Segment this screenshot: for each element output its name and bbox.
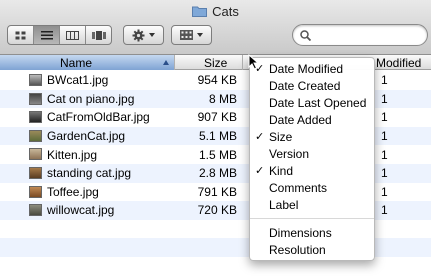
arrange-grid-icon xyxy=(180,30,193,40)
menu-item-date-modified[interactable]: ✓ Date Modified xyxy=(250,61,374,78)
column-view-icon xyxy=(66,30,79,40)
file-size: 791 KB xyxy=(197,184,237,199)
icon-view-button[interactable] xyxy=(8,26,34,44)
file-name: Cat on piano.jpg xyxy=(47,91,135,106)
column-header-name-label: Name xyxy=(60,55,93,70)
column-header-date-modified-label: Modified xyxy=(376,55,422,70)
menu-item-size[interactable]: ✓ Size xyxy=(250,129,374,146)
file-name: Toffee.jpg xyxy=(47,184,99,199)
menu-item-label: Date Added xyxy=(269,113,332,127)
menu-item-label: Comments xyxy=(269,181,328,195)
file-size: 954 KB xyxy=(197,73,237,88)
file-size: 1.5 MB xyxy=(198,147,237,162)
menu-item-label: Date Created xyxy=(269,79,341,93)
list-view-button[interactable] xyxy=(34,26,60,44)
gear-icon xyxy=(132,29,145,41)
menu-item-resolution[interactable]: Resolution xyxy=(250,242,374,259)
menu-item-label-column[interactable]: Label xyxy=(250,197,374,214)
mouse-pointer-icon xyxy=(248,54,259,70)
menu-item-label: Version xyxy=(269,147,310,161)
menu-item-kind[interactable]: ✓ Kind xyxy=(250,163,374,180)
chevron-down-icon xyxy=(197,33,203,37)
column-header-size[interactable]: Size xyxy=(175,55,243,70)
file-date-modified: 1 xyxy=(381,166,388,181)
image-file-icon xyxy=(29,74,42,86)
file-date-modified: 1 xyxy=(381,110,388,125)
search-field[interactable] xyxy=(292,24,428,46)
menu-item-comments[interactable]: Comments xyxy=(250,180,374,197)
file-name: Kitten.jpg xyxy=(47,147,98,162)
menu-item-label: Kind xyxy=(269,164,294,178)
file-name: standing cat.jpg xyxy=(47,166,132,181)
sort-ascending-icon xyxy=(163,60,169,65)
arrange-menu-button[interactable] xyxy=(171,25,212,45)
file-name: willowcat.jpg xyxy=(47,203,115,218)
file-size: 907 KB xyxy=(197,110,237,125)
file-date-modified: 1 xyxy=(381,91,388,106)
file-date-modified: 1 xyxy=(381,203,388,218)
file-date-modified: 1 xyxy=(381,147,388,162)
column-chooser-menu: ✓ Date Modified Date Created Date Last O… xyxy=(249,57,375,261)
image-file-icon xyxy=(29,185,42,198)
menu-item-label: Date Last Opened xyxy=(269,96,367,110)
file-name: BWcat1.jpg xyxy=(47,73,109,88)
menu-item-label: Label xyxy=(269,198,299,212)
checkmark-icon: ✓ xyxy=(255,131,265,143)
file-size: 8 MB xyxy=(208,91,237,106)
file-date-modified: 1 xyxy=(381,73,388,88)
menu-item-date-last-opened[interactable]: Date Last Opened xyxy=(250,95,374,112)
folder-icon xyxy=(192,5,208,17)
window-title: Cats xyxy=(212,3,239,19)
window-toolbar: Cats xyxy=(0,0,431,55)
list-view-icon xyxy=(40,30,53,39)
coverflow-view-icon xyxy=(91,30,106,40)
image-file-icon xyxy=(29,129,42,142)
search-input[interactable] xyxy=(315,28,415,42)
file-size: 5.1 MB xyxy=(198,129,237,144)
action-menu-button[interactable] xyxy=(123,25,164,45)
file-size: 2.8 MB xyxy=(198,166,237,181)
menu-separator xyxy=(250,218,374,219)
window-title-bar: Cats xyxy=(0,2,431,20)
coverflow-view-button[interactable] xyxy=(86,26,111,44)
file-name: CatFromOldBar.jpg xyxy=(47,110,150,125)
column-header-size-label: Size xyxy=(204,55,228,70)
menu-item-label: Size xyxy=(269,130,293,144)
column-header-date-modified[interactable]: Modified xyxy=(372,55,431,70)
menu-item-label: Dimensions xyxy=(269,226,332,240)
file-name: GardenCat.jpg xyxy=(47,129,126,144)
chevron-down-icon xyxy=(149,33,155,37)
file-size: 720 KB xyxy=(197,203,237,218)
checkmark-icon: ✓ xyxy=(255,165,265,177)
image-file-icon xyxy=(29,92,42,105)
image-file-icon xyxy=(29,148,42,161)
menu-item-label: Date Modified xyxy=(269,62,344,76)
column-view-button[interactable] xyxy=(60,26,86,44)
icon-view-icon xyxy=(15,31,26,39)
file-date-modified: 1 xyxy=(381,129,388,144)
column-header-name[interactable]: Name xyxy=(0,55,175,70)
image-file-icon xyxy=(29,166,42,179)
view-mode-switcher xyxy=(7,25,112,45)
search-icon xyxy=(300,29,311,41)
menu-item-date-created[interactable]: Date Created xyxy=(250,78,374,95)
menu-item-dimensions[interactable]: Dimensions xyxy=(250,225,374,242)
image-file-icon xyxy=(29,204,42,217)
file-date-modified: 1 xyxy=(381,184,388,199)
menu-item-version[interactable]: Version xyxy=(250,146,374,163)
menu-item-date-added[interactable]: Date Added xyxy=(250,112,374,129)
image-file-icon xyxy=(29,111,42,124)
menu-item-label: Resolution xyxy=(269,243,326,257)
